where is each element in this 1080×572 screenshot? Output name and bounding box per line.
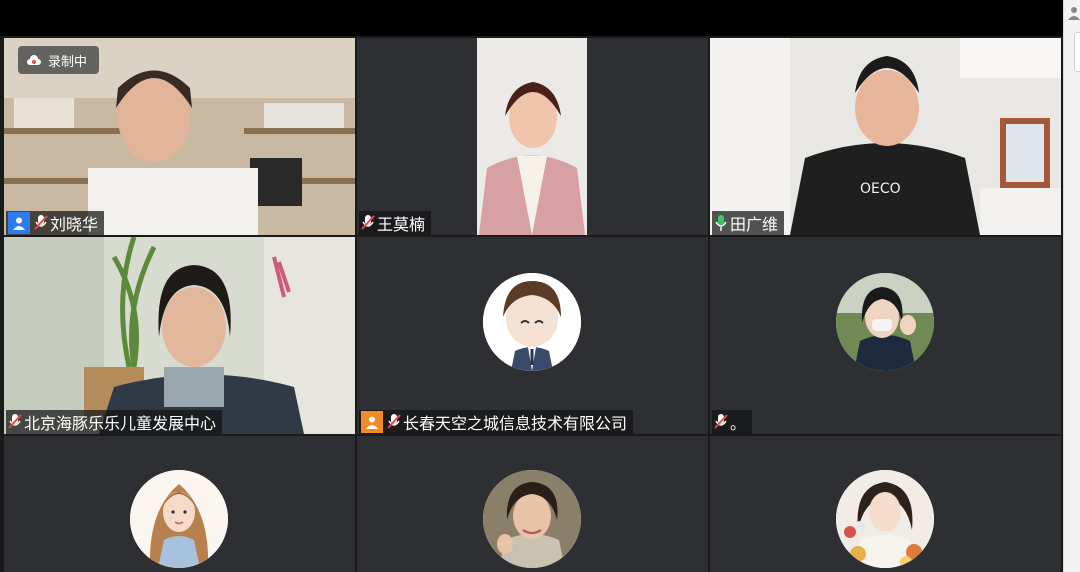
mic-muted-icon xyxy=(361,215,375,230)
participant-name-label: 刘晓华 xyxy=(6,211,105,235)
participant-name-label: 。 xyxy=(712,410,753,434)
participant-tile-8[interactable] xyxy=(357,436,708,572)
window-top-bar xyxy=(0,0,1063,36)
user-badge-icon xyxy=(8,212,30,234)
svg-text:OECO: OECO xyxy=(860,181,901,197)
participant-tile-6[interactable]: 。 xyxy=(710,237,1061,434)
participant-tile-3[interactable]: OECO 田广维 xyxy=(710,38,1061,235)
participants-icon[interactable] xyxy=(1068,6,1080,20)
side-panel xyxy=(1063,0,1080,572)
user-badge-icon xyxy=(361,411,383,433)
participant-tile-5[interactable]: 长春天空之城信息技术有限公司 xyxy=(357,237,708,434)
participant-avatar xyxy=(483,273,581,371)
participant-name: 王莫楠 xyxy=(377,215,426,234)
participant-name: 北京海豚乐乐儿童发展中心 xyxy=(24,414,217,433)
video-grid: 录制中 刘晓华 王莫楠 OECO 田广维 北京海豚乐乐儿童发展中心 长春天空之城… xyxy=(0,36,1063,572)
side-panel-box[interactable] xyxy=(1074,32,1080,72)
participant-name: 。 xyxy=(730,414,747,433)
participant-video: OECO xyxy=(710,38,1061,235)
participant-name-label: 北京海豚乐乐儿童发展中心 xyxy=(6,410,223,434)
participant-avatar xyxy=(130,470,228,568)
participant-tile-9[interactable] xyxy=(710,436,1061,572)
participant-name: 田广维 xyxy=(730,215,779,234)
participant-tile-7[interactable] xyxy=(4,436,355,572)
participant-name-label: 田广维 xyxy=(712,211,785,235)
participant-avatar xyxy=(836,273,934,371)
participant-name: 长春天空之城信息技术有限公司 xyxy=(403,414,628,433)
mic-muted-icon xyxy=(34,215,48,230)
participant-tile-4[interactable]: 北京海豚乐乐儿童发展中心 xyxy=(4,237,355,434)
participant-video xyxy=(4,237,355,434)
participant-tile-2[interactable]: 王莫楠 xyxy=(357,38,708,235)
participant-video xyxy=(357,38,708,235)
recording-label: 录制中 xyxy=(48,54,88,70)
participant-name-label: 王莫楠 xyxy=(359,211,432,235)
participant-avatar xyxy=(836,470,934,568)
participant-name: 刘晓华 xyxy=(50,215,99,234)
mic-active-icon xyxy=(715,215,727,231)
mic-muted-icon xyxy=(714,414,728,429)
participant-avatar xyxy=(483,470,581,568)
participant-name-label: 长春天空之城信息技术有限公司 xyxy=(359,410,634,434)
recording-indicator[interactable]: 录制中 xyxy=(18,46,100,74)
mic-muted-icon xyxy=(8,414,22,429)
cloud-icon xyxy=(27,55,41,65)
mic-muted-icon xyxy=(387,414,401,429)
participant-tile-1[interactable]: 录制中 刘晓华 xyxy=(4,38,355,235)
